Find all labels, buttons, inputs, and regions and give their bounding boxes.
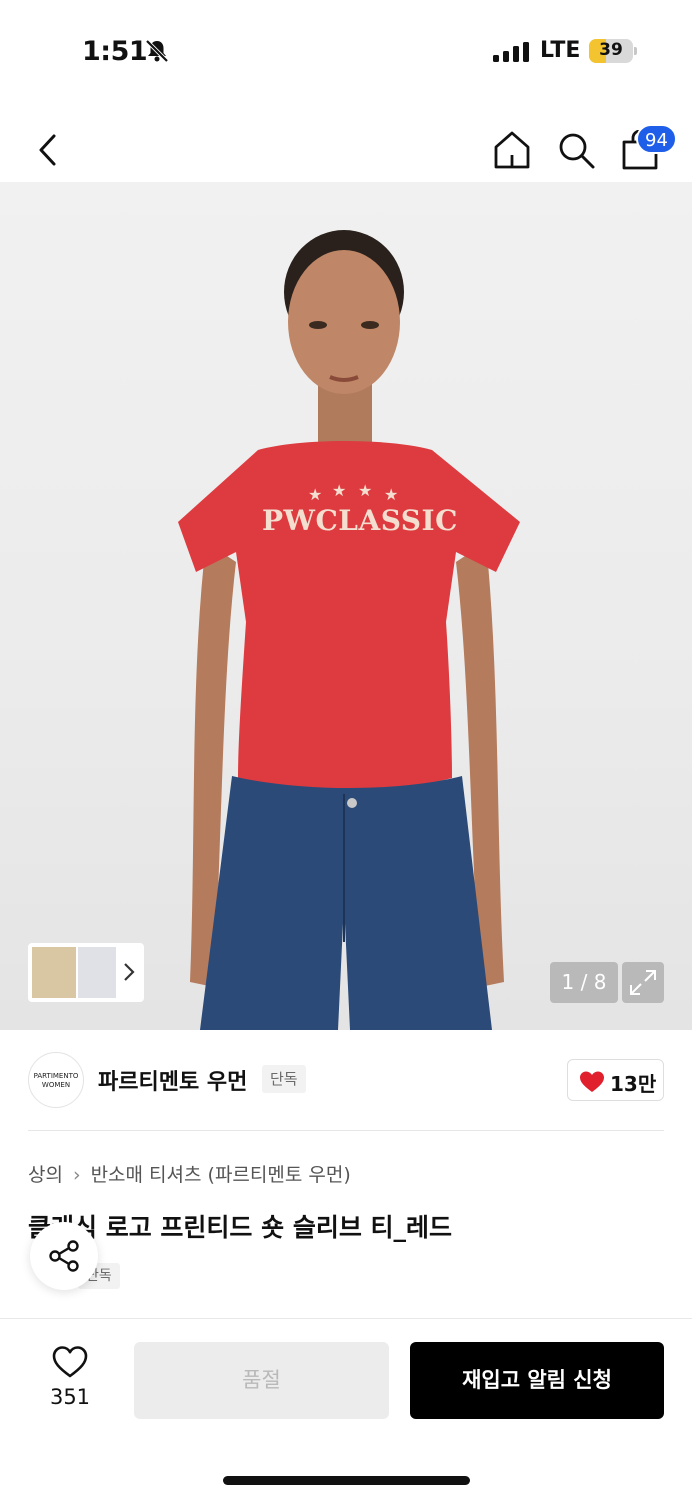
search-icon[interactable] bbox=[556, 130, 596, 170]
brand-name[interactable]: 파르티멘토 우먼 bbox=[98, 1064, 247, 1096]
network-type: LTE bbox=[540, 38, 581, 63]
status-bar: 1:51 LTE 39 bbox=[0, 0, 692, 100]
svg-text:★: ★ bbox=[384, 485, 398, 504]
divider bbox=[28, 1130, 664, 1131]
breadcrumb-item[interactable]: 상의 bbox=[28, 1164, 63, 1186]
home-icon[interactable] bbox=[492, 129, 532, 171]
battery-icon: 39 bbox=[589, 39, 637, 63]
thumbnail-image[interactable] bbox=[78, 947, 116, 998]
battery-level: 39 bbox=[599, 40, 623, 60]
brand-like-count: 13만 bbox=[610, 1072, 657, 1096]
svg-text:★: ★ bbox=[308, 485, 322, 504]
brand-row: PARTIMENTO WOMEN 파르티멘토 우먼 단독 13만 bbox=[0, 1040, 692, 1130]
svg-text:★: ★ bbox=[332, 481, 346, 500]
brand-logo-text: PARTIMENTO WOMEN bbox=[33, 1072, 79, 1089]
thumbnail-strip[interactable] bbox=[28, 943, 144, 1002]
home-indicator bbox=[223, 1476, 470, 1485]
chevron-right-icon bbox=[124, 963, 135, 981]
thumbnail-image[interactable] bbox=[32, 947, 76, 998]
signal-icon bbox=[493, 42, 529, 62]
share-button[interactable] bbox=[30, 1222, 98, 1290]
divider bbox=[0, 1318, 692, 1319]
status-time: 1:51 bbox=[82, 36, 148, 67]
chevron-right-icon: › bbox=[72, 1164, 81, 1186]
heart-filled-icon bbox=[580, 1071, 604, 1092]
svg-text:★: ★ bbox=[358, 481, 372, 500]
product-image-gallery[interactable]: ★ ★ ★ ★ PWCLASSIC 1 / 8 bbox=[0, 182, 692, 1030]
shirt-print-text: PWCLASSIC bbox=[262, 504, 458, 537]
image-page-counter: 1 / 8 bbox=[550, 962, 618, 1003]
breadcrumb-item[interactable]: 반소매 티셔츠 (파르티멘토 우먼) bbox=[91, 1164, 351, 1186]
wish-count: 351 bbox=[49, 1385, 91, 1409]
exclusive-badge: 단독 bbox=[262, 1065, 306, 1093]
restock-alert-button[interactable]: 재입고 알림 신청 bbox=[410, 1342, 664, 1419]
share-icon bbox=[49, 1240, 79, 1272]
breadcrumb: 상의 › 반소매 티셔츠 (파르티멘토 우먼) bbox=[28, 1160, 351, 1187]
soldout-button: 품절 bbox=[134, 1342, 389, 1419]
brand-logo[interactable]: PARTIMENTO WOMEN bbox=[28, 1052, 84, 1108]
heart-outline-icon[interactable] bbox=[52, 1345, 88, 1379]
expand-icon bbox=[630, 970, 656, 995]
bell-muted-icon bbox=[145, 39, 169, 63]
expand-image-button[interactable] bbox=[622, 962, 664, 1003]
cart-count-badge: 94 bbox=[636, 124, 677, 154]
brand-like-button[interactable]: 13만 bbox=[567, 1059, 664, 1101]
product-photo: ★ ★ ★ ★ bbox=[178, 230, 520, 1030]
back-arrow-icon[interactable] bbox=[30, 130, 70, 170]
